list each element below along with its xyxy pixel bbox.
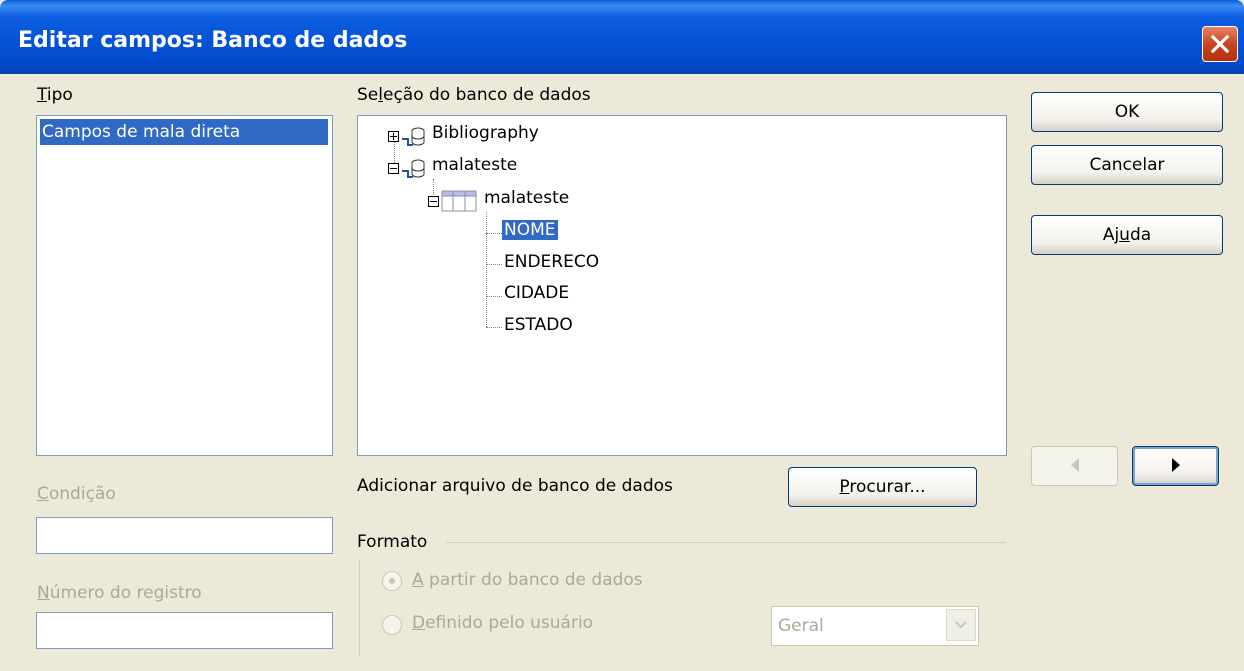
formato-label: Formato (357, 532, 428, 552)
tree-line (486, 212, 487, 327)
next-button[interactable] (1132, 446, 1219, 486)
window-title: Editar campos: Banco de dados (18, 28, 408, 53)
tipo-label: Tipo (37, 85, 73, 105)
dropdown-arrow[interactable] (946, 609, 976, 641)
condicao-label: Condição (37, 484, 116, 504)
tree-node-bibliography[interactable]: Bibliography (432, 123, 539, 143)
group-separator (446, 542, 1006, 543)
tree-line (394, 142, 395, 163)
format-select-value: Geral (778, 616, 824, 636)
radio-from-database[interactable] (382, 571, 402, 591)
tree-node-field[interactable]: NOME (502, 220, 558, 240)
radio-user-defined[interactable] (382, 615, 402, 635)
tree-node-field[interactable]: CIDADE (504, 283, 569, 303)
tipo-listbox[interactable]: Campos de mala direta (36, 115, 333, 456)
condicao-input[interactable] (36, 517, 333, 554)
close-icon (1210, 34, 1230, 54)
procurar-button[interactable]: Procurar... (788, 467, 977, 507)
previous-button[interactable] (1031, 446, 1118, 486)
group-separator (359, 560, 360, 656)
add-database-label: Adicionar arquivo de banco de dados (357, 476, 673, 496)
arrow-left-icon (1071, 458, 1079, 472)
close-button[interactable] (1202, 26, 1238, 62)
list-item[interactable]: Campos de mala direta (40, 119, 328, 145)
database-icon (402, 127, 425, 146)
database-icon (402, 159, 425, 178)
format-select[interactable]: Geral (771, 606, 979, 646)
arrow-right-icon (1172, 458, 1180, 472)
tree-node-malateste-db[interactable]: malateste (432, 155, 517, 175)
tree-line (486, 327, 502, 328)
tree-node-malateste-table[interactable]: malateste (484, 188, 569, 208)
tree-line (433, 179, 434, 197)
ok-button[interactable]: OK (1031, 92, 1223, 132)
tree-node-field[interactable]: ENDERECO (504, 252, 599, 272)
selecao-label: Seleção do banco de dados (357, 85, 591, 105)
radio-from-database-label: A partir do banco de dados (412, 570, 643, 590)
tree-line (486, 233, 502, 234)
database-tree[interactable]: Bibliography malateste malateste NOME EN… (357, 115, 1007, 456)
dialog-window: Editar campos: Banco de dados Tipo Campo… (0, 0, 1244, 671)
collapse-icon[interactable] (428, 196, 439, 207)
cancel-button[interactable]: Cancelar (1031, 145, 1223, 185)
chevron-down-icon (955, 621, 967, 629)
numero-label: Número do registro (37, 583, 202, 603)
tree-line (486, 264, 502, 265)
expand-icon[interactable] (388, 131, 399, 142)
title-bar[interactable]: Editar campos: Banco de dados (0, 0, 1244, 74)
collapse-icon[interactable] (388, 163, 399, 174)
table-icon (441, 190, 477, 212)
tree-line (486, 296, 502, 297)
numero-registro-input[interactable] (36, 612, 333, 649)
tree-node-field[interactable]: ESTADO (504, 315, 573, 335)
help-button[interactable]: Ajuda (1031, 215, 1223, 255)
radio-user-defined-label: Definido pelo usuário (412, 613, 594, 633)
